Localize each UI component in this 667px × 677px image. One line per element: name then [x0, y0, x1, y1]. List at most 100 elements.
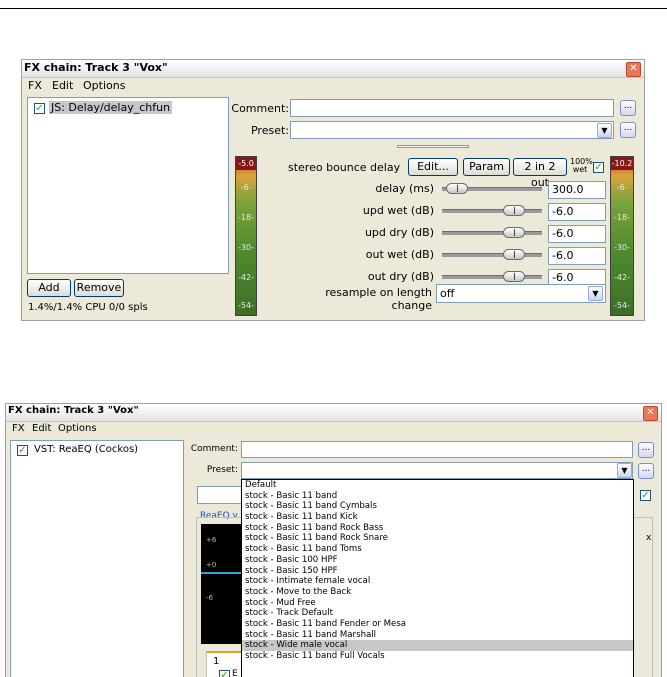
resample-dropdown-arrow-icon[interactable]: ▼ [588, 286, 603, 301]
resample-select[interactable]: off [436, 284, 606, 303]
preset-select[interactable] [290, 121, 614, 139]
title-bar[interactable]: FX chain: Track 3 "Vox" ✕ [22, 60, 644, 78]
param-value-input[interactable]: -6.0 [548, 247, 606, 265]
meter-tick: -18- [614, 213, 630, 222]
menu-options[interactable]: Options [58, 423, 97, 434]
graph-label-minus6: -6 [206, 594, 213, 602]
comment-input[interactable] [241, 441, 633, 458]
fx-list-item-reaeq[interactable]: VST: ReaEQ (Cockos) [32, 444, 140, 455]
menu-bar: FX Edit Options [6, 422, 661, 438]
param-slider-thumb[interactable] [502, 227, 525, 238]
preset-option[interactable]: stock - Basic 11 band Marshall [242, 630, 633, 641]
wet-enable-checkbox[interactable]: ✓ [593, 162, 604, 173]
param-label: out dry (dB) [367, 270, 434, 283]
cpu-status: 1.4%/1.4% CPU 0/0 spls [28, 302, 148, 313]
param-slider-track[interactable] [442, 209, 542, 213]
plugin-header-bar [197, 486, 243, 504]
preset-options: Default stock - Basic 11 band stock - Basi… [242, 480, 633, 662]
graph-label-zero: +0 [206, 561, 217, 569]
meter-tick: -42- [614, 273, 630, 282]
eq-response-line [201, 572, 243, 574]
preset-option[interactable]: stock - Intimate female vocal [242, 576, 633, 587]
param-label: out wet (dB) [365, 248, 434, 261]
comment-more-button[interactable]: ... [638, 442, 654, 458]
preset-select[interactable] [241, 462, 633, 479]
fx-enable-checkbox[interactable]: ✓ [34, 103, 45, 114]
preset-option[interactable]: stock - Basic 11 band Rock Bass [242, 523, 633, 534]
remove-fx-button[interactable]: Remove [74, 279, 124, 297]
comment-input[interactable] [290, 99, 614, 117]
preset-option[interactable]: stock - Wide male vocal [242, 640, 633, 651]
fx-chain-window-reaeq: FX chain: Track 3 "Vox" ✕ FX Edit Option… [5, 403, 662, 677]
preset-option[interactable]: Default [242, 480, 633, 491]
close-icon[interactable]: ✕ [626, 62, 641, 77]
param-value-input[interactable]: -6.0 [548, 203, 606, 221]
preset-option[interactable]: stock - Basic 11 band Full Vocals [242, 651, 633, 662]
param-slider-track[interactable] [442, 253, 542, 257]
title-bar[interactable]: FX chain: Track 3 "Vox" ✕ [6, 404, 661, 422]
preset-option[interactable]: stock - Basic 11 band [242, 491, 633, 502]
menu-options[interactable]: Options [83, 79, 125, 92]
window-title: FX chain: Track 3 "Vox" [24, 61, 168, 74]
fx-list-item-delay[interactable]: JS: Delay/delay_chfun [49, 101, 173, 114]
preset-dropdown-arrow-icon[interactable]: ▼ [617, 463, 632, 478]
param-slider-thumb[interactable] [445, 183, 468, 194]
splitter-handle[interactable] [397, 145, 469, 148]
comment-more-button[interactable]: ... [620, 100, 636, 116]
io-button[interactable]: 2 in 2 out [513, 158, 567, 189]
menu-fx[interactable]: FX [28, 79, 42, 92]
param-slider-track[interactable] [442, 275, 542, 279]
param-slider-thumb[interactable] [502, 249, 525, 260]
param-value-input[interactable]: 300.0 [548, 181, 606, 199]
fx-enable-checkbox[interactable]: ✓ [17, 445, 28, 456]
meter-tick: -6- [616, 183, 628, 192]
menu-bar: FX Edit Options [22, 78, 644, 94]
band-enable-label: E [232, 669, 238, 677]
wet-word: wet [572, 165, 588, 174]
param-value-input[interactable]: -6.0 [548, 225, 606, 243]
menu-edit[interactable]: Edit [52, 79, 73, 92]
input-peak-readout: -5.0 [236, 157, 256, 170]
meter-tick: -30- [614, 243, 630, 252]
menu-fx[interactable]: FX [12, 423, 25, 434]
preset-label: Preset: [206, 465, 238, 475]
comment-label: Comment: [190, 444, 238, 454]
graph-label-plus6: +6 [206, 536, 217, 544]
preset-option[interactable]: stock - Mud Free [242, 598, 633, 609]
edit-button[interactable]: Edit... [408, 158, 458, 176]
param-button[interactable]: Param [463, 158, 510, 176]
preset-option[interactable]: stock - Basic 11 band Kick [242, 512, 633, 523]
param-slider-thumb[interactable] [502, 205, 525, 216]
window-title: FX chain: Track 3 "Vox" [8, 405, 139, 416]
preset-more-button[interactable]: ... [638, 463, 654, 479]
add-fx-button[interactable]: Add [27, 279, 71, 297]
preset-option[interactable]: stock - Track Default [242, 608, 633, 619]
preset-option[interactable]: stock - Move to the Back [242, 587, 633, 598]
param-slider-thumb[interactable] [502, 271, 525, 282]
preset-option[interactable]: stock - Basic 11 band Toms [242, 544, 633, 555]
preset-label: Preset: [250, 124, 289, 137]
band-enable-checkbox[interactable]: ✓ [219, 670, 230, 677]
fx-chain-window-delay: FX chain: Track 3 "Vox" ✕ FX Edit Option… [21, 59, 645, 321]
fx-list[interactable]: ✓ VST: ReaEQ (Cockos) [10, 440, 184, 677]
close-icon[interactable]: ✕ [643, 406, 658, 421]
right-edge-fragment: x [646, 533, 652, 543]
fx-list[interactable]: ✓ JS: Delay/delay_chfun [27, 97, 229, 274]
preset-option[interactable]: stock - Basic 11 band Fender or Mesa [242, 619, 633, 630]
param-slider-track[interactable] [442, 231, 542, 235]
menu-edit[interactable]: Edit [32, 423, 51, 434]
preset-option[interactable]: stock - Basic 150 HPF [242, 566, 633, 577]
param-label: upd dry (dB) [364, 226, 434, 239]
meter-tick: -18- [238, 213, 254, 222]
preset-dropdown-arrow-icon[interactable]: ▼ [597, 123, 612, 138]
resample-label: resample on length change [325, 286, 432, 312]
preset-option[interactable]: stock - Basic 100 HPF [242, 555, 633, 566]
preset-more-button[interactable]: ... [620, 122, 636, 138]
meter-tick: -6- [240, 183, 252, 192]
eq-graph[interactable]: +6 +0 -6 [201, 524, 243, 644]
wet-enable-checkbox[interactable]: ✓ [640, 490, 651, 501]
plugin-name: stereo bounce delay [288, 161, 401, 174]
preset-dropdown-list[interactable]: Default stock - Basic 11 band stock - Basi… [241, 479, 634, 677]
preset-option[interactable]: stock - Basic 11 band Cymbals [242, 501, 633, 512]
preset-option[interactable]: stock - Basic 11 band Rock Snare [242, 533, 633, 544]
